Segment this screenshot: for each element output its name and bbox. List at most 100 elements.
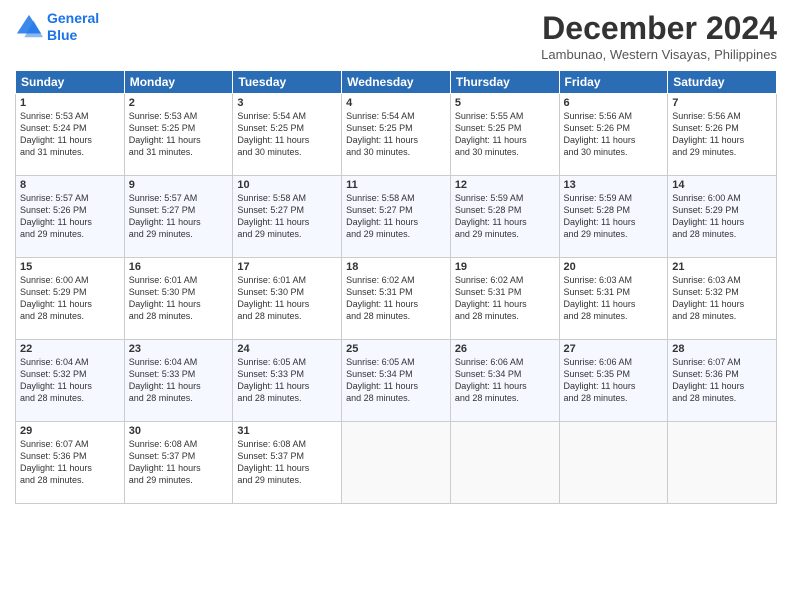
cell-info: Sunrise: 5:53 AM Sunset: 5:25 PM Dayligh… [129,110,229,159]
cell-info: Sunrise: 6:04 AM Sunset: 5:33 PM Dayligh… [129,356,229,405]
cell-info: Sunrise: 5:56 AM Sunset: 5:26 PM Dayligh… [672,110,772,159]
calendar-header-row: SundayMondayTuesdayWednesdayThursdayFrid… [16,71,777,94]
calendar-cell [559,422,668,504]
calendar-cell: 26Sunrise: 6:06 AM Sunset: 5:34 PM Dayli… [450,340,559,422]
day-number: 9 [129,179,229,191]
day-number: 3 [237,97,337,109]
calendar-cell [342,422,451,504]
logo-icon [15,13,43,41]
day-number: 26 [455,343,555,355]
week-row-2: 8Sunrise: 5:57 AM Sunset: 5:26 PM Daylig… [16,176,777,258]
cell-info: Sunrise: 6:01 AM Sunset: 5:30 PM Dayligh… [129,274,229,323]
cell-info: Sunrise: 6:04 AM Sunset: 5:32 PM Dayligh… [20,356,120,405]
day-number: 1 [20,97,120,109]
week-row-4: 22Sunrise: 6:04 AM Sunset: 5:32 PM Dayli… [16,340,777,422]
calendar-cell: 8Sunrise: 5:57 AM Sunset: 5:26 PM Daylig… [16,176,125,258]
day-number: 30 [129,425,229,437]
calendar-cell: 19Sunrise: 6:02 AM Sunset: 5:31 PM Dayli… [450,258,559,340]
logo-line1: General [47,10,99,26]
col-header-monday: Monday [124,71,233,94]
day-number: 8 [20,179,120,191]
week-row-1: 1Sunrise: 5:53 AM Sunset: 5:24 PM Daylig… [16,94,777,176]
cell-info: Sunrise: 5:55 AM Sunset: 5:25 PM Dayligh… [455,110,555,159]
day-number: 10 [237,179,337,191]
month-title: December 2024 [541,10,777,47]
calendar-cell: 24Sunrise: 6:05 AM Sunset: 5:33 PM Dayli… [233,340,342,422]
calendar-cell: 4Sunrise: 5:54 AM Sunset: 5:25 PM Daylig… [342,94,451,176]
day-number: 17 [237,261,337,273]
cell-info: Sunrise: 6:06 AM Sunset: 5:34 PM Dayligh… [455,356,555,405]
calendar-cell: 29Sunrise: 6:07 AM Sunset: 5:36 PM Dayli… [16,422,125,504]
logo-text: General Blue [47,10,99,44]
day-number: 7 [672,97,772,109]
logo-line2: Blue [47,27,99,44]
calendar-cell: 2Sunrise: 5:53 AM Sunset: 5:25 PM Daylig… [124,94,233,176]
calendar-cell: 25Sunrise: 6:05 AM Sunset: 5:34 PM Dayli… [342,340,451,422]
calendar-cell: 14Sunrise: 6:00 AM Sunset: 5:29 PM Dayli… [668,176,777,258]
calendar-cell: 9Sunrise: 5:57 AM Sunset: 5:27 PM Daylig… [124,176,233,258]
calendar-cell: 31Sunrise: 6:08 AM Sunset: 5:37 PM Dayli… [233,422,342,504]
cell-info: Sunrise: 5:59 AM Sunset: 5:28 PM Dayligh… [564,192,664,241]
header: General Blue December 2024 Lambunao, Wes… [15,10,777,62]
cell-info: Sunrise: 6:06 AM Sunset: 5:35 PM Dayligh… [564,356,664,405]
week-row-3: 15Sunrise: 6:00 AM Sunset: 5:29 PM Dayli… [16,258,777,340]
cell-info: Sunrise: 5:54 AM Sunset: 5:25 PM Dayligh… [237,110,337,159]
day-number: 24 [237,343,337,355]
calendar-cell: 30Sunrise: 6:08 AM Sunset: 5:37 PM Dayli… [124,422,233,504]
logo: General Blue [15,10,99,44]
calendar-cell: 6Sunrise: 5:56 AM Sunset: 5:26 PM Daylig… [559,94,668,176]
calendar-cell: 13Sunrise: 5:59 AM Sunset: 5:28 PM Dayli… [559,176,668,258]
cell-info: Sunrise: 6:00 AM Sunset: 5:29 PM Dayligh… [20,274,120,323]
calendar-cell: 12Sunrise: 5:59 AM Sunset: 5:28 PM Dayli… [450,176,559,258]
day-number: 23 [129,343,229,355]
col-header-friday: Friday [559,71,668,94]
cell-info: Sunrise: 6:05 AM Sunset: 5:34 PM Dayligh… [346,356,446,405]
cell-info: Sunrise: 5:56 AM Sunset: 5:26 PM Dayligh… [564,110,664,159]
day-number: 28 [672,343,772,355]
cell-info: Sunrise: 5:54 AM Sunset: 5:25 PM Dayligh… [346,110,446,159]
day-number: 2 [129,97,229,109]
calendar-cell: 10Sunrise: 5:58 AM Sunset: 5:27 PM Dayli… [233,176,342,258]
cell-info: Sunrise: 6:05 AM Sunset: 5:33 PM Dayligh… [237,356,337,405]
calendar-cell [668,422,777,504]
calendar-cell: 7Sunrise: 5:56 AM Sunset: 5:26 PM Daylig… [668,94,777,176]
day-number: 31 [237,425,337,437]
calendar-cell [450,422,559,504]
calendar-cell: 28Sunrise: 6:07 AM Sunset: 5:36 PM Dayli… [668,340,777,422]
cell-info: Sunrise: 6:00 AM Sunset: 5:29 PM Dayligh… [672,192,772,241]
cell-info: Sunrise: 6:08 AM Sunset: 5:37 PM Dayligh… [237,438,337,487]
week-row-5: 29Sunrise: 6:07 AM Sunset: 5:36 PM Dayli… [16,422,777,504]
calendar-cell: 3Sunrise: 5:54 AM Sunset: 5:25 PM Daylig… [233,94,342,176]
calendar-cell: 11Sunrise: 5:58 AM Sunset: 5:27 PM Dayli… [342,176,451,258]
cell-info: Sunrise: 5:58 AM Sunset: 5:27 PM Dayligh… [237,192,337,241]
day-number: 14 [672,179,772,191]
day-number: 18 [346,261,446,273]
day-number: 27 [564,343,664,355]
cell-info: Sunrise: 6:08 AM Sunset: 5:37 PM Dayligh… [129,438,229,487]
cell-info: Sunrise: 5:57 AM Sunset: 5:27 PM Dayligh… [129,192,229,241]
day-number: 22 [20,343,120,355]
day-number: 12 [455,179,555,191]
calendar-cell: 23Sunrise: 6:04 AM Sunset: 5:33 PM Dayli… [124,340,233,422]
day-number: 4 [346,97,446,109]
calendar-cell: 1Sunrise: 5:53 AM Sunset: 5:24 PM Daylig… [16,94,125,176]
day-number: 11 [346,179,446,191]
day-number: 20 [564,261,664,273]
day-number: 21 [672,261,772,273]
calendar-cell: 18Sunrise: 6:02 AM Sunset: 5:31 PM Dayli… [342,258,451,340]
col-header-saturday: Saturday [668,71,777,94]
calendar-cell: 16Sunrise: 6:01 AM Sunset: 5:30 PM Dayli… [124,258,233,340]
cell-info: Sunrise: 5:57 AM Sunset: 5:26 PM Dayligh… [20,192,120,241]
cell-info: Sunrise: 6:07 AM Sunset: 5:36 PM Dayligh… [672,356,772,405]
calendar-cell: 15Sunrise: 6:00 AM Sunset: 5:29 PM Dayli… [16,258,125,340]
calendar: SundayMondayTuesdayWednesdayThursdayFrid… [15,70,777,504]
calendar-cell: 27Sunrise: 6:06 AM Sunset: 5:35 PM Dayli… [559,340,668,422]
col-header-sunday: Sunday [16,71,125,94]
cell-info: Sunrise: 5:53 AM Sunset: 5:24 PM Dayligh… [20,110,120,159]
col-header-wednesday: Wednesday [342,71,451,94]
title-block: December 2024 Lambunao, Western Visayas,… [541,10,777,62]
day-number: 25 [346,343,446,355]
cell-info: Sunrise: 6:07 AM Sunset: 5:36 PM Dayligh… [20,438,120,487]
cell-info: Sunrise: 6:02 AM Sunset: 5:31 PM Dayligh… [346,274,446,323]
cell-info: Sunrise: 5:58 AM Sunset: 5:27 PM Dayligh… [346,192,446,241]
